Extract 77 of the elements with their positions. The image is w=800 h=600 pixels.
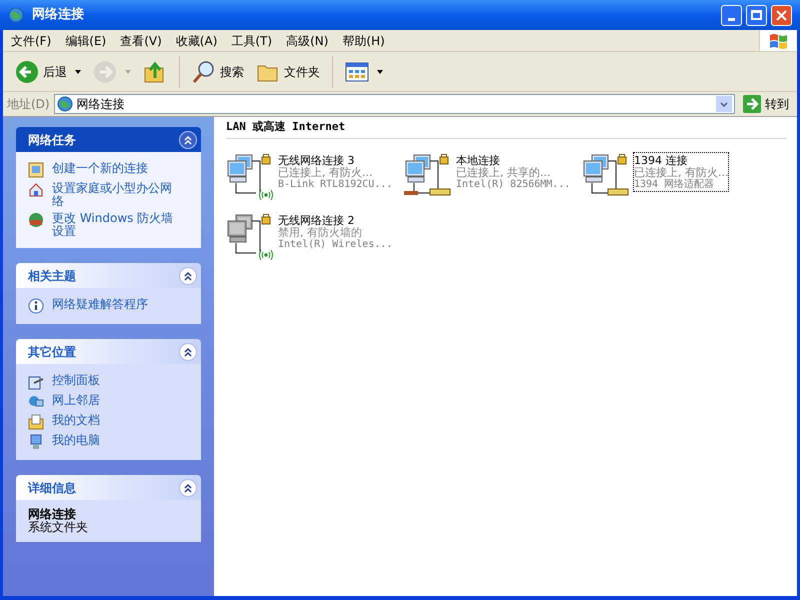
- folders-button[interactable]: 文件夹: [252, 54, 324, 90]
- connection-name: 无线网络连接 2: [278, 214, 356, 226]
- address-field[interactable]: 网络连接: [54, 94, 735, 114]
- firewall-icon: [28, 212, 44, 228]
- network-globe-icon: [8, 7, 24, 23]
- connection-name: 无线网络连接 3: [278, 154, 356, 166]
- menu-item[interactable]: 高级(N): [286, 32, 328, 50]
- collapse-icon[interactable]: [179, 478, 197, 496]
- task-link[interactable]: 更改 Windows 防火墙设置: [52, 212, 177, 238]
- menu-item[interactable]: 帮助(H): [342, 32, 385, 50]
- connection-item[interactable]: 本地连接 已连接上, 共享的... Intel(R) 82566MM...: [404, 152, 582, 200]
- info-icon: [28, 298, 44, 314]
- dropdown-caret-icon: [75, 70, 81, 74]
- connection-status: 已连接上, 共享的...: [456, 166, 552, 178]
- task-link[interactable]: 我的电脑: [52, 434, 177, 447]
- connection-device: Intel(R) 82566MM...: [456, 178, 570, 190]
- search-button[interactable]: 搜索: [188, 54, 248, 90]
- panel-title: 网络任务: [28, 132, 76, 148]
- connection-name: 本地连接: [456, 154, 501, 166]
- task-link[interactable]: 网上邻居: [52, 394, 177, 407]
- connection-wizard-icon: [28, 162, 44, 178]
- connection-device: B-Link RTL8192CU...: [278, 178, 392, 190]
- connection-status: 已连接上, 有防火...: [634, 166, 728, 178]
- task-link[interactable]: 网络疑难解答程序: [52, 298, 177, 311]
- panel-title: 相关主题: [28, 268, 76, 284]
- task-link[interactable]: 创建一个新的连接: [52, 162, 177, 175]
- connection-status: 已连接上, 有防火...: [278, 166, 374, 178]
- connection-device: 1394 网络适配器: [634, 178, 716, 190]
- panel-header[interactable]: 其它位置: [16, 339, 201, 364]
- connection-item[interactable]: 无线网络连接 3 已连接上, 有防火... B-Link RTL8192CU...: [226, 152, 404, 200]
- dropdown-button[interactable]: [716, 96, 732, 112]
- collapse-icon[interactable]: [179, 130, 197, 148]
- details-name: 网络连接: [28, 508, 77, 521]
- menu-item[interactable]: 文件(F): [11, 32, 52, 50]
- house-icon: [28, 182, 44, 198]
- task-link[interactable]: 设置家庭或小型办公网络: [52, 182, 177, 208]
- menu-item[interactable]: 收藏(A): [176, 32, 218, 50]
- collapse-icon[interactable]: [179, 266, 197, 284]
- connection-name: 1394 连接: [634, 154, 688, 166]
- close-button[interactable]: [771, 4, 792, 26]
- connection-status: 禁用, 有防火墙的: [278, 226, 363, 238]
- address-value: 网络连接: [76, 96, 126, 113]
- menu-item[interactable]: 编辑(E): [65, 32, 106, 50]
- wireless-connection-icon: [226, 212, 276, 260]
- minimize-button[interactable]: [721, 4, 742, 26]
- search-icon: [192, 60, 216, 84]
- connection-item[interactable]: 1394 连接 已连接上, 有防火... 1394 网络适配器: [582, 152, 760, 200]
- dropdown-caret-icon: [125, 70, 131, 74]
- panel-header[interactable]: 网络任务: [16, 127, 201, 152]
- window-title: 网络连接: [32, 6, 85, 24]
- back-button[interactable]: 后退: [11, 54, 85, 90]
- go-arrow-icon: [743, 95, 761, 113]
- panel-header[interactable]: 详细信息: [16, 475, 201, 500]
- panel-title: 详细信息: [28, 480, 76, 496]
- address-label: 地址(D): [7, 96, 50, 113]
- task-link[interactable]: 控制面板: [52, 374, 177, 387]
- computer-icon: [28, 434, 44, 450]
- views-icon: [345, 60, 369, 82]
- task-link[interactable]: 我的文档: [52, 414, 177, 427]
- chevron-down-icon: [720, 102, 728, 106]
- collapse-icon[interactable]: [179, 342, 197, 360]
- go-button[interactable]: 转到: [739, 95, 793, 113]
- flag-logo-icon: [768, 32, 788, 50]
- network-globe-icon: [56, 96, 73, 112]
- menu-item[interactable]: 工具(T): [231, 32, 272, 50]
- documents-folder-icon: [28, 414, 44, 430]
- close-icon: [776, 10, 787, 20]
- panel-header[interactable]: 相关主题: [16, 263, 201, 288]
- group-heading: LAN 或高速 Internet: [226, 119, 787, 138]
- details-type: 系统文件夹: [28, 521, 89, 534]
- maximize-button[interactable]: [746, 4, 767, 26]
- panel-title: 其它位置: [28, 344, 76, 360]
- menu-item[interactable]: 查看(V): [120, 32, 162, 50]
- connection-device: Intel(R) Wireles...: [278, 238, 392, 250]
- wireless-connection-icon: [226, 152, 276, 200]
- control-panel-icon: [28, 374, 44, 390]
- dropdown-caret-icon: [377, 70, 383, 74]
